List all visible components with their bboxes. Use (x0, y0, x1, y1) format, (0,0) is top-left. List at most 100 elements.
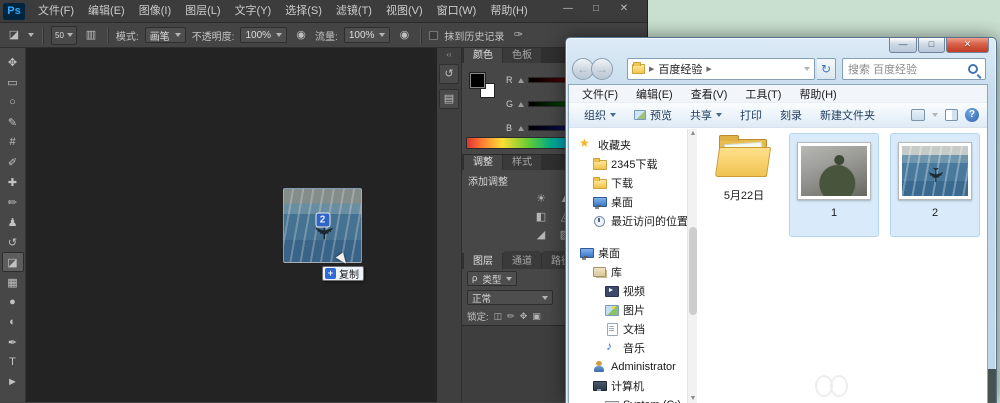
sidebar-item-system-c[interactable]: System (C:) (569, 395, 697, 403)
breadcrumb-arrow-icon[interactable]: ▶ (706, 65, 711, 73)
lasso-tool[interactable]: ○ (2, 92, 24, 112)
green-slider-knob[interactable] (518, 102, 524, 107)
blue-slider-knob[interactable] (518, 126, 524, 131)
menu-file[interactable]: 文件(F) (573, 86, 627, 102)
tool-preset-dropdown[interactable] (28, 33, 34, 37)
menu-select[interactable]: 选择(S) (278, 0, 329, 22)
maximize-button[interactable]: □ (918, 38, 945, 53)
image-item-1[interactable]: 1 (789, 133, 879, 237)
file-list[interactable]: 5月22日 1 2 (697, 129, 987, 403)
history-panel-icon[interactable]: ↺ (439, 64, 459, 84)
refresh-button[interactable]: ↻ (817, 58, 836, 80)
menu-view[interactable]: 查看(V) (682, 86, 737, 102)
erase-to-history-checkbox[interactable] (429, 31, 438, 40)
menu-view[interactable]: 视图(V) (379, 0, 430, 22)
organize-button[interactable]: 组织 (577, 107, 623, 123)
sidebar-item-downloads[interactable]: 下载 (569, 173, 697, 192)
path-selection-tool[interactable]: ► (2, 372, 24, 392)
menu-tools[interactable]: 工具(T) (736, 86, 790, 102)
sidebar-item-videos[interactable]: 视频 (569, 281, 697, 300)
vibrance-icon[interactable]: ◧ (533, 210, 549, 224)
flow-select[interactable]: 100% (344, 27, 391, 43)
brush-panel-toggle-icon[interactable]: ▥ (83, 27, 99, 43)
blend-mode-select[interactable]: 正常 (467, 290, 553, 305)
menu-type[interactable]: 文字(Y) (228, 0, 279, 22)
new-folder-button[interactable]: 新建文件夹 (813, 107, 882, 123)
menu-layer[interactable]: 图层(L) (178, 0, 227, 22)
print-button[interactable]: 打印 (733, 107, 769, 123)
image-item-2[interactable]: 2 (890, 133, 980, 237)
menu-help[interactable]: 帮助(H) (483, 0, 534, 22)
lock-transparent-pixels-icon[interactable]: ◫ (494, 311, 503, 322)
maximize-button[interactable]: □ (589, 3, 603, 15)
brightness-contrast-icon[interactable]: ☀ (533, 192, 549, 206)
sidebar-item-documents[interactable]: 文档 (569, 319, 697, 338)
menu-help[interactable]: 帮助(H) (790, 86, 845, 102)
sidebar-item-pictures[interactable]: 图片 (569, 300, 697, 319)
search-input[interactable]: 搜索 百度经验 (842, 58, 986, 80)
preview-pane-button[interactable] (945, 109, 958, 121)
pen-tool[interactable]: ✒ (2, 332, 24, 352)
menu-edit[interactable]: 编辑(E) (627, 86, 682, 102)
menu-image[interactable]: 图像(I) (132, 0, 178, 22)
preview-button[interactable]: 预览 (627, 107, 679, 123)
spot-healing-brush-tool[interactable]: ✚ (2, 172, 24, 192)
clone-stamp-tool[interactable]: ♟ (2, 212, 24, 232)
blur-tool[interactable]: ● (2, 292, 24, 312)
photoshop-titlebar[interactable]: Ps 文件(F) 编辑(E) 图像(I) 图层(L) 文字(Y) 选择(S) 滤… (0, 0, 647, 23)
sidebar-item-2345-downloads[interactable]: 2345下载 (569, 154, 697, 173)
sidebar-item-favorites[interactable]: 收藏夹 (569, 135, 697, 154)
tab-swatches[interactable]: 色板 (503, 48, 541, 63)
airbrush-icon[interactable]: ◉ (293, 27, 309, 43)
tab-layers[interactable]: 图层 (464, 251, 502, 269)
photo-filter-icon[interactable]: ◢ (533, 228, 549, 242)
mode-select[interactable]: 画笔 (145, 27, 186, 43)
gradient-tool[interactable]: ▦ (2, 272, 24, 292)
brush-size-dropdown[interactable] (67, 33, 73, 37)
sidebar-item-administrator[interactable]: Administrator (569, 357, 697, 376)
layer-filter-type-select[interactable]: ρ 类型 (467, 271, 517, 286)
forward-button[interactable]: → (591, 58, 613, 80)
search-icon[interactable] (968, 64, 978, 74)
expand-panels-icon[interactable]: ‹‹ (437, 51, 461, 59)
opacity-select[interactable]: 100% (240, 27, 287, 43)
menu-edit[interactable]: 编辑(E) (81, 0, 132, 22)
sidebar-item-music[interactable]: 音乐 (569, 338, 697, 357)
airbrush-pressure-icon[interactable]: ◉ (396, 27, 412, 43)
folder-item[interactable]: 5月22日 (701, 135, 787, 203)
tab-color[interactable]: 颜色 (464, 48, 502, 63)
dragged-image-thumbnail[interactable]: ✈ 2 (283, 188, 362, 263)
lock-image-pixels-icon[interactable]: ✏ (507, 311, 515, 322)
sidebar-item-libraries[interactable]: 库 (569, 262, 697, 281)
canvas-area[interactable]: ✈ 2 + 复制 (26, 48, 437, 402)
minimize-button[interactable]: — (561, 3, 575, 15)
breadcrumb-arrow-icon[interactable]: ▶ (649, 65, 654, 73)
crop-tool[interactable]: # (2, 132, 24, 152)
sidebar-item-desktop[interactable]: 桌面 (569, 243, 697, 262)
tab-channels[interactable]: 通道 (503, 251, 541, 269)
foreground-background-swatches[interactable] (470, 73, 496, 99)
sidebar-scrollbar[interactable]: ▲ ▼ (687, 129, 697, 403)
tool-preset-icon[interactable]: ◪ (6, 27, 22, 43)
change-view-button[interactable] (911, 109, 925, 121)
type-tool[interactable]: T (2, 352, 24, 372)
close-button[interactable]: ✕ (617, 3, 631, 15)
history-brush-tool[interactable]: ↺ (2, 232, 24, 252)
share-button[interactable]: 共享 (683, 107, 729, 123)
brush-size-picker[interactable]: 50 (51, 26, 77, 45)
minimize-button[interactable]: — (889, 38, 917, 53)
brush-tool[interactable]: ✏ (2, 192, 24, 212)
lock-position-icon[interactable]: ✥ (520, 311, 528, 322)
dodge-tool[interactable]: ◐ (2, 312, 24, 332)
views-dropdown-icon[interactable] (932, 113, 938, 117)
breadcrumb-folder[interactable]: 百度经验 (658, 61, 702, 77)
quick-selection-tool[interactable]: ✎ (2, 112, 24, 132)
menu-window[interactable]: 窗口(W) (430, 0, 484, 22)
move-tool[interactable]: ✥ (2, 52, 24, 72)
scrollbar-thumb[interactable] (689, 227, 697, 315)
foreground-color-swatch[interactable] (470, 73, 485, 88)
sidebar-item-recent-places[interactable]: 最近访问的位置 (569, 211, 697, 230)
burn-button[interactable]: 刻录 (773, 107, 809, 123)
address-history-dropdown[interactable] (804, 67, 810, 71)
red-slider-knob[interactable] (518, 78, 524, 83)
